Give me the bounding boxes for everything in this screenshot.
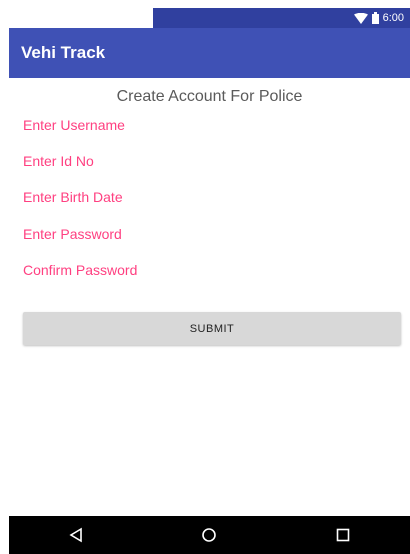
- back-icon[interactable]: [56, 520, 96, 550]
- username-field[interactable]: [23, 115, 393, 135]
- home-icon[interactable]: [189, 520, 229, 550]
- recents-icon[interactable]: [323, 520, 363, 550]
- create-account-form: Create Account For Police SUBMIT: [9, 78, 410, 516]
- status-time: 6:00: [382, 12, 404, 24]
- submit-button[interactable]: SUBMIT: [23, 312, 401, 345]
- app-bar: Vehi Track: [9, 28, 410, 78]
- wifi-icon: [353, 12, 368, 24]
- status-bar-indicators: 6:00: [153, 8, 410, 28]
- status-bar: 6:00: [0, 0, 410, 28]
- navigation-bar: [9, 516, 410, 554]
- app-title: Vehi Track: [21, 43, 106, 62]
- id-no-field[interactable]: [23, 151, 393, 171]
- confirm-password-field[interactable]: [23, 260, 393, 280]
- password-field[interactable]: [23, 224, 393, 244]
- birth-date-field[interactable]: [23, 187, 393, 207]
- page-title: Create Account For Police: [116, 88, 303, 105]
- battery-icon: [371, 12, 379, 24]
